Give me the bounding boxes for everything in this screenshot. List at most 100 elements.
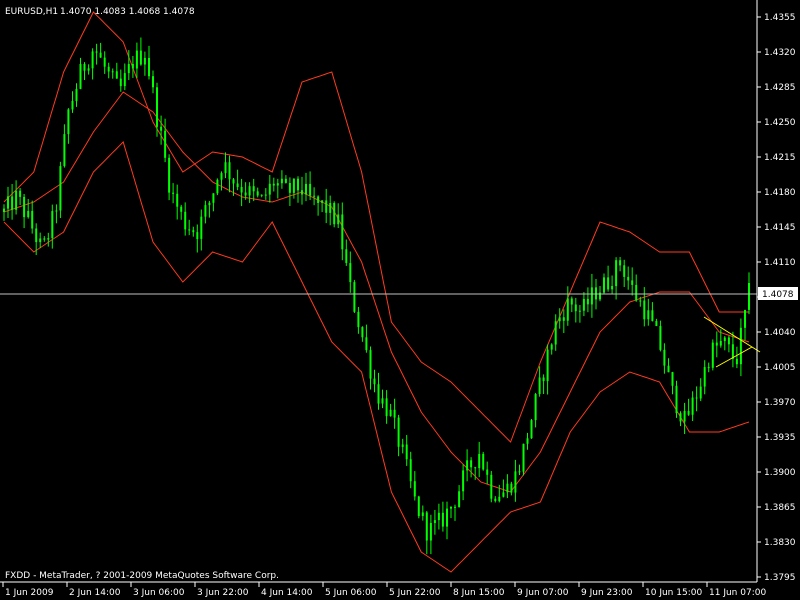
y-tick-label: 1.4005 <box>764 363 796 373</box>
candle-body <box>208 202 211 206</box>
candle-body <box>518 471 521 473</box>
candle-body <box>224 162 227 174</box>
candle-body <box>433 520 436 523</box>
x-tick-label: 10 Jun 15:00 <box>645 588 702 598</box>
candle-body <box>381 398 384 404</box>
candle <box>490 471 493 503</box>
candle-body <box>349 263 352 283</box>
x-tick-label: 2 Jun 14:00 <box>69 588 121 598</box>
candle-body <box>115 71 118 79</box>
candle-body <box>405 444 408 460</box>
candle-body <box>160 126 163 131</box>
candle-body <box>280 178 283 184</box>
candle-body <box>325 200 328 213</box>
candle-body <box>156 87 158 127</box>
price-label: 1.4078 <box>762 290 794 300</box>
candle-body <box>723 337 726 341</box>
x-tick-label: 3 Jun 22:00 <box>197 588 249 598</box>
candle-body <box>357 311 360 328</box>
candle-body <box>667 365 670 373</box>
candle-body <box>446 508 448 527</box>
candle-body <box>135 50 138 69</box>
candle-body <box>216 179 219 194</box>
candle-body <box>506 483 509 493</box>
candle-body <box>550 344 553 350</box>
candle-body <box>260 194 263 196</box>
candle-body <box>478 454 481 469</box>
y-tick-label: 1.3795 <box>764 573 796 583</box>
candle-body <box>534 394 537 421</box>
candle-body <box>252 186 255 192</box>
candle-body <box>530 420 533 439</box>
candle-body <box>248 186 251 196</box>
candle-body <box>486 469 489 475</box>
candle-body <box>639 300 642 302</box>
candle-body <box>663 349 666 366</box>
candle-body <box>542 377 545 382</box>
candle-body <box>23 196 26 218</box>
candle-body <box>164 130 167 158</box>
candle-body <box>87 68 90 71</box>
candle-body <box>127 64 130 74</box>
candle-body <box>647 310 650 320</box>
candle-body <box>526 438 529 444</box>
candle-body <box>39 238 42 243</box>
candle-body <box>611 286 614 290</box>
candle-body <box>297 178 299 191</box>
candle-body <box>337 214 340 225</box>
candle-body <box>671 372 674 386</box>
candle-body <box>172 192 175 194</box>
candle-body <box>675 385 678 414</box>
y-tick-label: 1.3865 <box>764 503 796 513</box>
candle-body <box>15 190 18 210</box>
candle-body <box>192 230 195 233</box>
candle-body <box>401 444 404 447</box>
y-tick-label: 1.4040 <box>764 328 796 338</box>
candle-body <box>119 78 122 87</box>
y-tick-label: 1.4285 <box>764 83 796 93</box>
x-tick-label: 5 Jun 06:00 <box>325 588 377 598</box>
candle-body <box>631 280 634 285</box>
x-tick-label: 9 Jun 23:00 <box>581 588 633 598</box>
candle-body <box>727 337 730 345</box>
candle-body <box>558 317 561 322</box>
candle-body <box>397 417 400 447</box>
candle-body <box>450 506 452 509</box>
candle-body <box>43 238 46 240</box>
candle-body <box>139 50 142 65</box>
candle-body <box>409 459 412 482</box>
candle-body <box>228 162 231 180</box>
candle-body <box>212 193 215 203</box>
candle-body <box>35 228 38 243</box>
candle-body <box>458 491 461 507</box>
candle-body <box>272 183 275 186</box>
candle-body <box>739 327 742 365</box>
candle-body <box>292 178 295 193</box>
candle-body <box>377 384 380 404</box>
candle-body <box>51 211 54 239</box>
x-tick-label: 4 Jun 14:00 <box>261 588 313 598</box>
candle-body <box>574 304 577 312</box>
candle-body <box>562 317 565 321</box>
candle-body <box>47 238 50 240</box>
y-tick-label: 1.4215 <box>764 153 796 163</box>
candle-body <box>111 71 114 73</box>
candle-body <box>389 409 392 417</box>
symbol-header: EURUSD,H1 <box>5 7 58 17</box>
candle-body <box>309 183 312 196</box>
candle-body <box>317 196 320 203</box>
candle-body <box>301 190 303 195</box>
candle-body <box>244 192 247 196</box>
candle-body <box>373 378 376 385</box>
candle-body <box>67 109 70 135</box>
candle-body <box>691 397 694 415</box>
price-chart[interactable]: 1.4355 1.4320 1.4285 1.4250 1.4215 1.4180 1.41… <box>0 0 800 600</box>
candle-body <box>623 265 626 277</box>
candle-body <box>168 157 171 193</box>
candle-body <box>510 483 513 493</box>
candle-body <box>578 310 581 312</box>
candle-body <box>707 367 710 369</box>
candle-body <box>204 205 207 217</box>
y-tick-label: 1.4110 <box>764 258 796 268</box>
candle-body <box>643 300 646 320</box>
